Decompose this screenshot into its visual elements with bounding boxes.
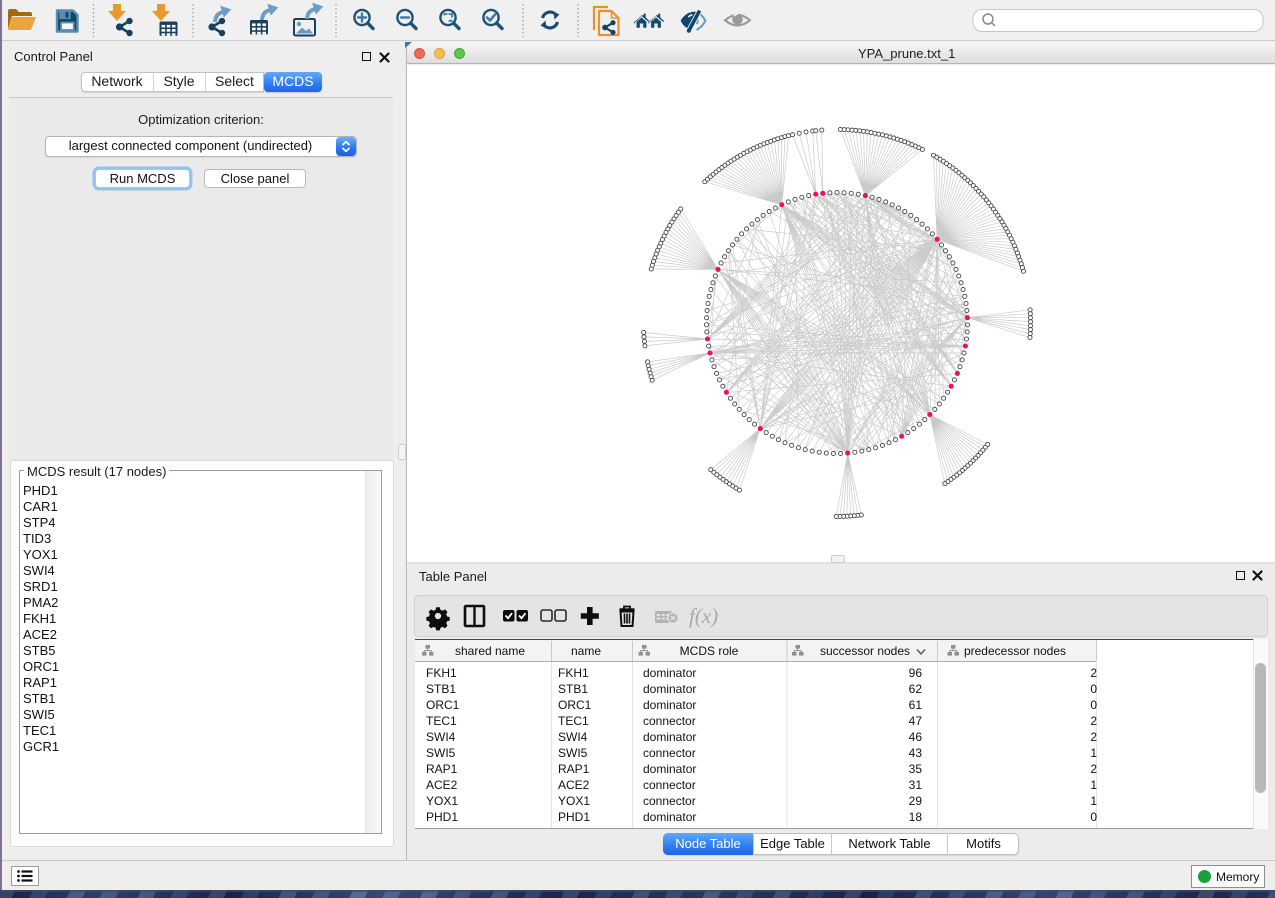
svg-text:f(x): f(x) — [689, 604, 718, 628]
